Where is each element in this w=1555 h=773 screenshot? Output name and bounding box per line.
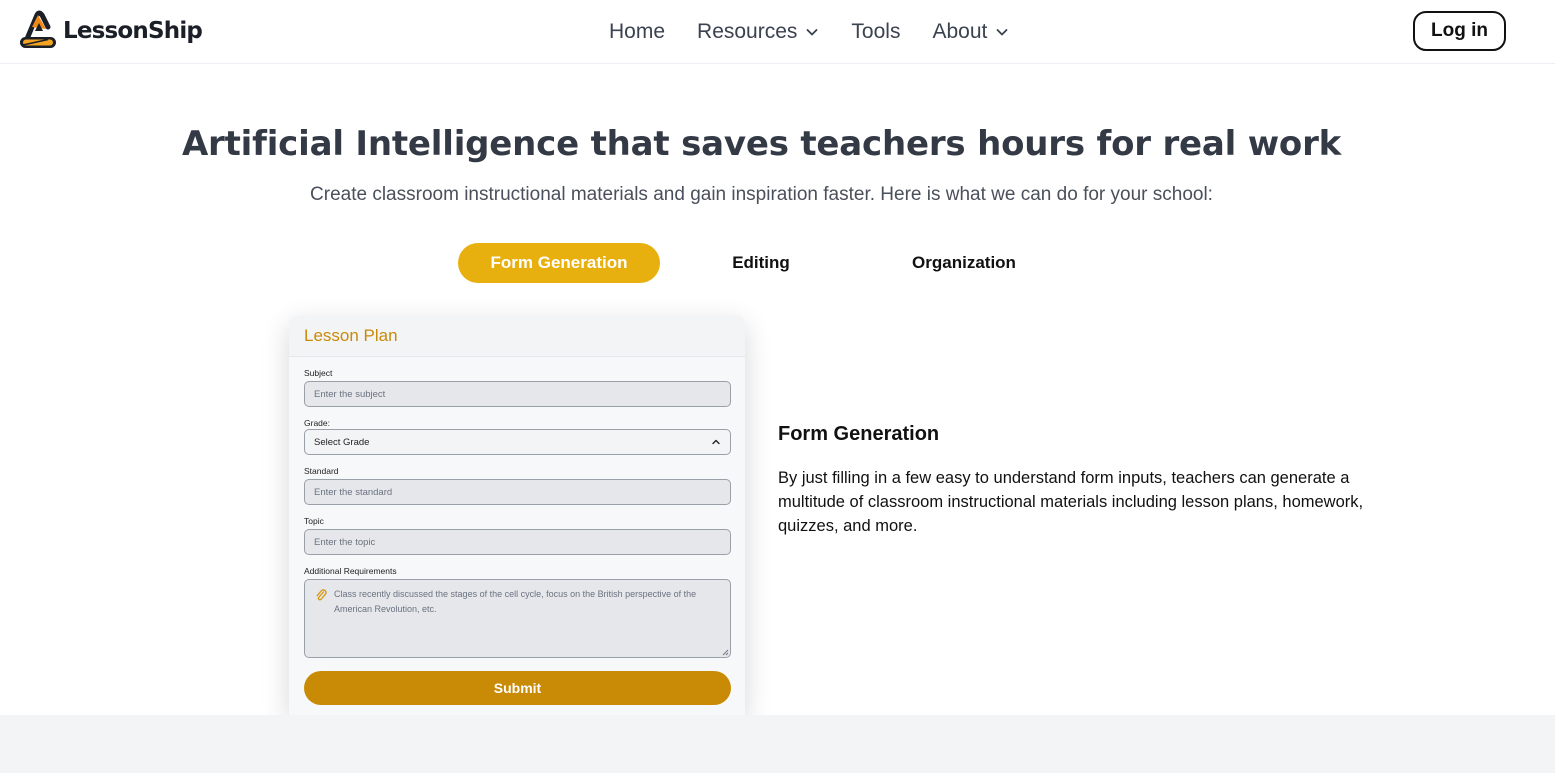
nav-about-label: About (932, 19, 988, 43)
nav-tools-label: Tools (851, 19, 901, 43)
top-navigation-bar: LessonShip Home Resources Tools About Lo… (0, 0, 1555, 64)
additional-requirements-placeholder: Class recently discussed the stages of t… (334, 589, 697, 614)
topic-label: Topic (304, 516, 324, 526)
nav-about[interactable]: About (932, 20, 1009, 44)
brand-name: LessonShip (63, 18, 203, 44)
nav-resources-label: Resources (697, 19, 798, 43)
subject-label: Subject (304, 368, 333, 378)
additional-requirements-label: Additional Requirements (304, 566, 397, 576)
lesson-plan-form-card: Lesson Plan Subject Enter the subject Gr… (289, 316, 745, 716)
nav-resources[interactable]: Resources (697, 20, 819, 44)
chevron-down-icon (807, 28, 818, 35)
card-header: Lesson Plan (289, 316, 745, 357)
next-section-band (0, 715, 1555, 773)
standard-input[interactable]: Enter the standard (304, 479, 731, 505)
feature-title: Form Generation (778, 423, 940, 445)
submit-button[interactable]: Submit (304, 671, 731, 705)
card-title: Lesson Plan (304, 326, 398, 345)
nav-tools[interactable]: Tools (851, 20, 900, 44)
chevron-up-icon (712, 439, 720, 445)
resize-handle-icon[interactable] (722, 649, 729, 656)
login-button[interactable]: Log in (1413, 11, 1506, 51)
tab-organization[interactable]: Organization (863, 243, 1065, 283)
main-nav: Home Resources Tools About (609, 0, 1041, 63)
grade-select[interactable]: Select Grade (304, 429, 731, 455)
nav-home[interactable]: Home (609, 20, 665, 44)
hero-title: Artificial Intelligence that saves teach… (181, 124, 1342, 164)
brand-logo[interactable]: LessonShip (18, 10, 203, 52)
additional-requirements-textarea[interactable]: Class recently discussed the stages of t… (304, 579, 731, 658)
lessonship-logo-icon (20, 10, 56, 48)
tab-form-generation[interactable]: Form Generation (458, 243, 660, 283)
tab-editing[interactable]: Editing (660, 243, 862, 283)
topic-input[interactable]: Enter the topic (304, 529, 731, 555)
grade-label: Grade: (304, 418, 330, 428)
feature-description: By just filling in a few easy to underst… (778, 469, 1364, 535)
standard-label: Standard (304, 466, 339, 476)
hero-subtitle: Create classroom instructional materials… (310, 184, 1213, 205)
nav-home-label: Home (609, 19, 666, 43)
paperclip-icon[interactable] (315, 588, 327, 602)
subject-input[interactable]: Enter the subject (304, 381, 731, 407)
grade-select-value: Select Grade (314, 436, 370, 448)
chevron-down-icon (996, 28, 1008, 35)
